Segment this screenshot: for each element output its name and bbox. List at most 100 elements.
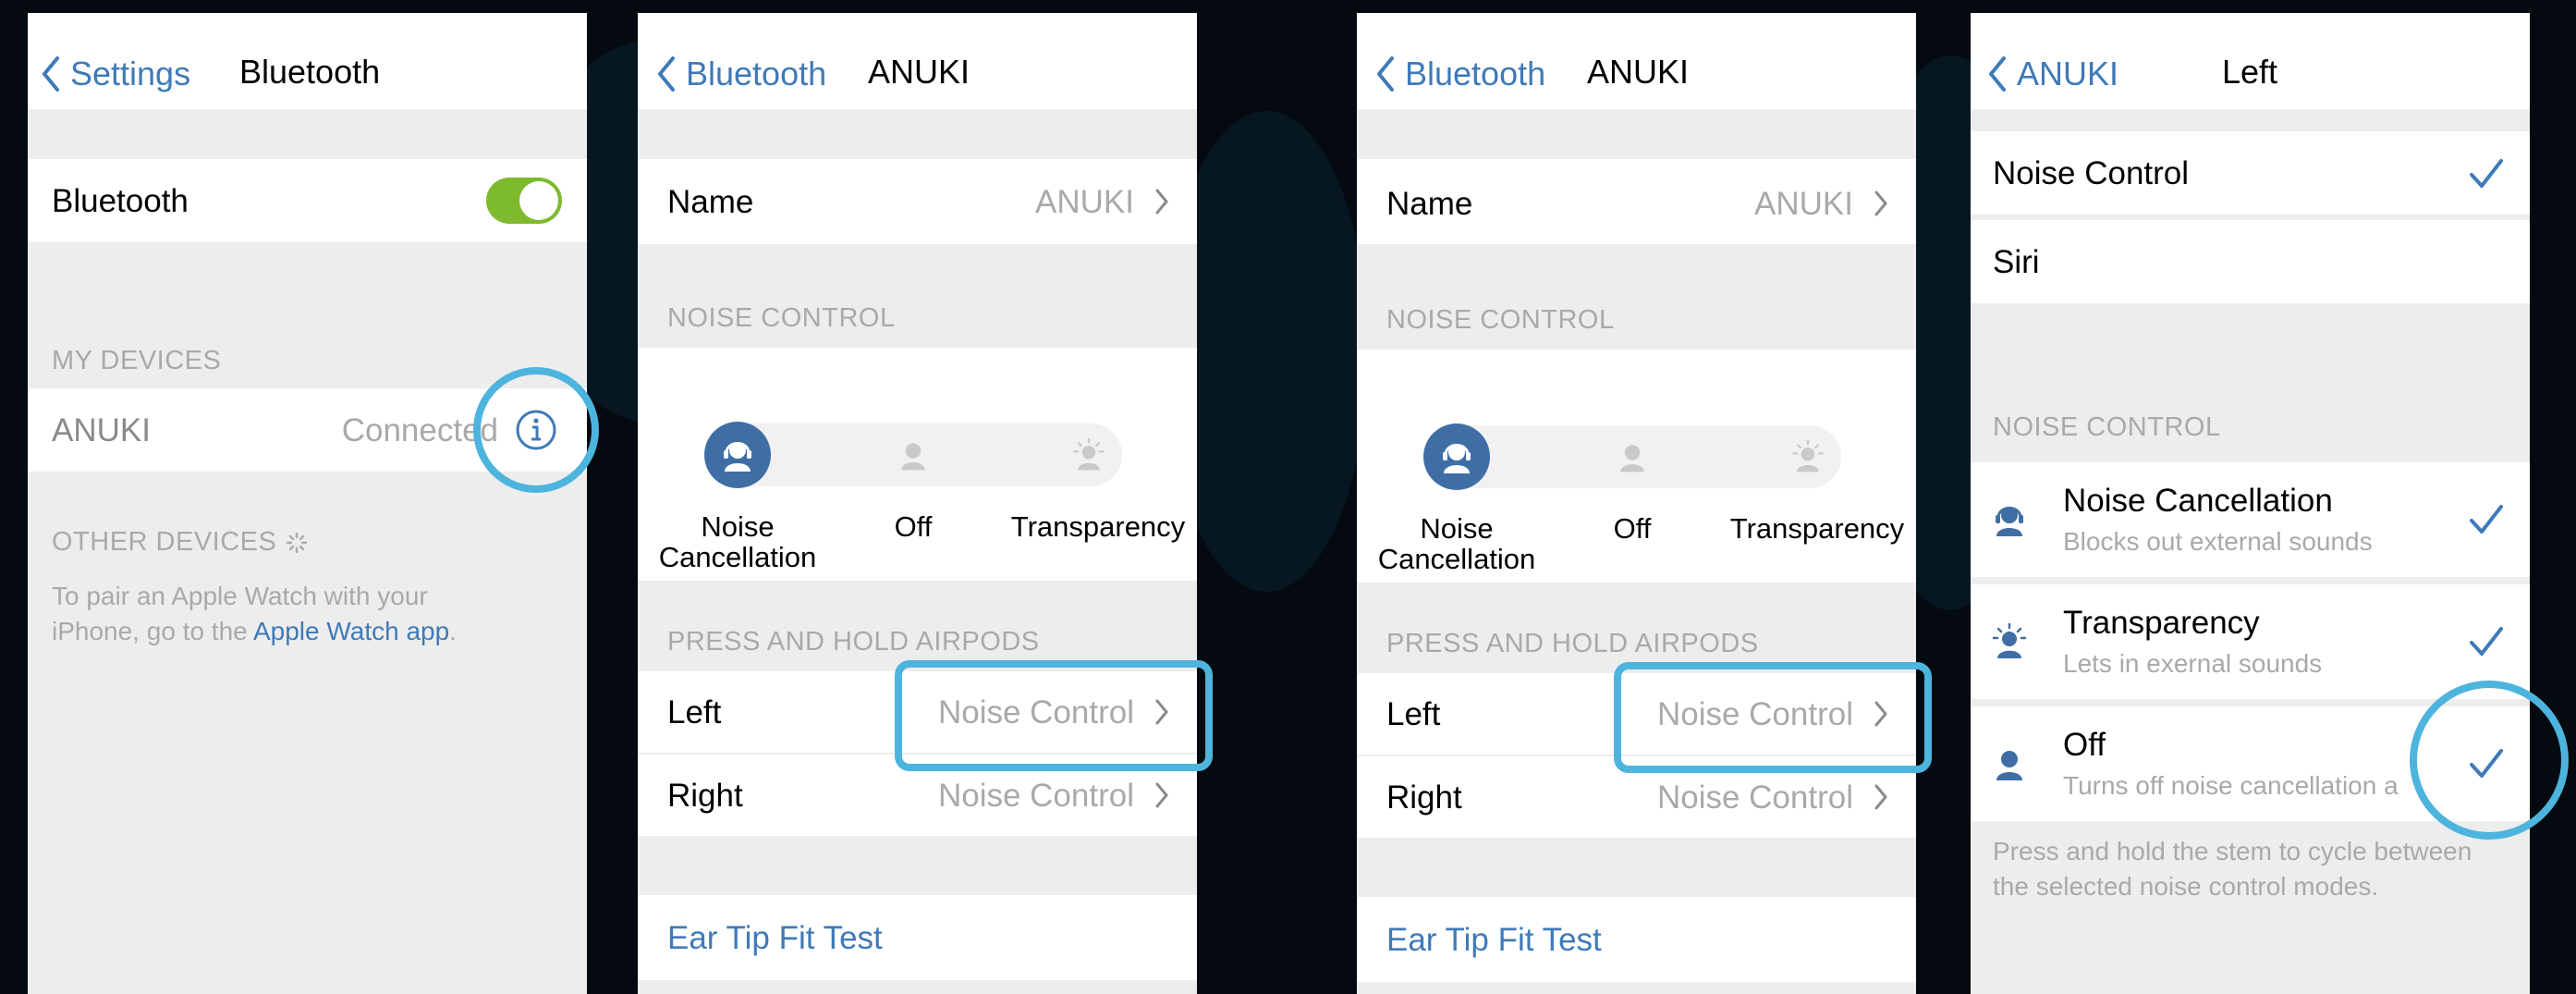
checkmark-icon <box>2470 159 2503 188</box>
page-title: ANUKI <box>1587 53 1690 91</box>
noise-control-header: NOISE CONTROL <box>1386 305 1615 335</box>
chevron-right-icon <box>1874 190 1887 216</box>
name-row[interactable]: Name ANUKI <box>1357 159 1916 244</box>
left-setting-highlight <box>895 660 1213 771</box>
transparency-icon <box>1792 439 1824 472</box>
right-value: Noise Control <box>937 778 1134 814</box>
noise-label-line2: Cancellation <box>1377 542 1536 575</box>
back-button[interactable]: ANUKI <box>1987 55 2118 92</box>
off-label: Off <box>894 510 933 543</box>
right-label: Right <box>1386 779 1462 816</box>
person-icon <box>901 443 925 471</box>
ear-tip-fit-test-link[interactable]: Ear Tip Fit Test <box>1386 924 1602 956</box>
bluetooth-settings-screen: Settings Bluetooth Bluetooth MY DEVICES … <box>28 13 587 994</box>
device-details-screen: Bluetooth ANUKI Name ANUKI NOISE CONTROL… <box>638 13 1197 994</box>
chevron-left-icon <box>658 56 675 92</box>
back-button[interactable]: Bluetooth <box>1375 55 1545 92</box>
back-button-label: Settings <box>70 55 191 92</box>
navigation-bar: Settings Bluetooth <box>28 13 587 109</box>
transparency-icon <box>1992 622 2027 658</box>
bluetooth-toggle-row: Bluetooth <box>28 159 587 242</box>
press-hold-header: PRESS AND HOLD AIRPODS <box>667 627 1040 657</box>
bluetooth-label: Bluetooth <box>52 183 189 219</box>
left-label: Left <box>667 694 722 730</box>
other-devices-header: OTHER DEVICES <box>52 529 308 556</box>
noise-cancellation-icon <box>1996 507 2023 536</box>
name-label: Name <box>1386 186 1473 222</box>
device-name: ANUKI <box>52 412 151 448</box>
noise-cancellation-label: Noise Cancellation <box>1362 512 1551 575</box>
item-title: Off <box>2063 727 2106 763</box>
transparency-option[interactable]: Transparency Lets in exernal sounds <box>1971 584 2530 699</box>
page-title: Left <box>2222 53 2278 91</box>
noise-control-header: NOISE CONTROL <box>667 303 896 333</box>
apple-watch-app-link[interactable]: Apple Watch app <box>253 617 449 645</box>
press-hold-header: PRESS AND HOLD AIRPODS <box>1386 629 1759 658</box>
page-title: ANUKI <box>868 53 971 91</box>
noise-cancellation-button[interactable] <box>704 422 771 488</box>
back-button-label: Bluetooth <box>1405 55 1546 92</box>
off-button[interactable] <box>880 422 946 488</box>
noise-control-selector: Noise Cancellation Off Transparency <box>1357 350 1916 583</box>
navigation-bar: Bluetooth ANUKI <box>1357 13 1916 109</box>
chevron-right-icon <box>1874 784 1887 810</box>
page-title: Bluetooth <box>239 53 381 91</box>
ear-tip-row: Ear Tip Fit Test <box>1357 897 1916 982</box>
navigation-bar: Bluetooth ANUKI <box>638 13 1197 109</box>
info-button-highlight <box>473 367 599 493</box>
item-subtitle: Blocks out external sounds <box>2063 527 2373 556</box>
item-subtitle: Turns off noise cancellation a <box>2063 771 2399 800</box>
cycle-instructions: Press and hold the stem to cycle between… <box>1993 837 2472 901</box>
person-icon <box>1620 445 1644 472</box>
off-label: Off <box>1613 512 1652 545</box>
noise-cancellation-icon <box>1443 444 1471 473</box>
transparency-button[interactable] <box>1775 423 1841 490</box>
name-value: ANUKI <box>1754 186 1853 222</box>
noise-label-line1: Noise <box>701 510 775 543</box>
left-press-settings-screen: ANUKI Left Noise Control Siri NOISE CONT… <box>1971 13 2530 994</box>
back-button-label: ANUKI <box>2017 55 2119 92</box>
device-details-screen: Bluetooth ANUKI Name ANUKI NOISE CONTROL… <box>1357 13 1916 994</box>
noise-cancellation-option[interactable]: Noise Cancellation Blocks out external s… <box>1971 462 2530 577</box>
noise-cancellation-button[interactable] <box>1423 423 1490 490</box>
back-button-label: Bluetooth <box>686 55 827 92</box>
back-button[interactable]: Settings <box>41 55 190 92</box>
toggle-knob <box>519 181 558 220</box>
off-button[interactable] <box>1599 423 1666 490</box>
left-setting-highlight <box>1614 662 1932 773</box>
chevron-right-icon <box>1155 782 1168 808</box>
name-label: Name <box>667 184 754 220</box>
person-icon <box>1996 751 2022 780</box>
noise-control-option[interactable]: Noise Control <box>1971 131 2530 215</box>
noise-cancellation-icon <box>724 442 751 472</box>
chevron-left-icon <box>1377 56 1394 92</box>
noise-control-selector: Noise Cancellation Off Transparency <box>638 348 1197 581</box>
my-devices-header: MY DEVICES <box>52 346 222 375</box>
back-button[interactable]: Bluetooth <box>656 55 826 92</box>
item-title: Noise Cancellation <box>2063 483 2333 519</box>
transparency-label: Transparency <box>1729 512 1905 545</box>
noise-cancellation-label: Noise Cancellation <box>643 510 832 572</box>
other-devices-label: OTHER DEVICES <box>52 527 277 557</box>
ear-tip-row: Ear Tip Fit Test <box>638 895 1197 980</box>
bluetooth-toggle[interactable] <box>486 178 562 224</box>
navigation-bar: ANUKI Left <box>1971 13 2530 109</box>
loading-spinner-icon <box>287 532 308 553</box>
siri-option[interactable]: Siri <box>1971 220 2530 303</box>
transparency-icon <box>1073 437 1105 471</box>
chevron-right-icon <box>1155 189 1168 215</box>
ear-tip-fit-test-link[interactable]: Ear Tip Fit Test <box>667 922 883 954</box>
name-row[interactable]: Name ANUKI <box>638 159 1197 244</box>
noise-label-line1: Noise <box>1420 512 1494 545</box>
item-title: Transparency <box>2063 605 2260 641</box>
noise-control-header: NOISE CONTROL <box>1993 412 2221 442</box>
left-label: Left <box>1386 696 1441 732</box>
pair-instructions-end: . <box>449 616 457 645</box>
checkmark-icon <box>2470 627 2503 656</box>
noise-control-option-label: Noise Control <box>1993 155 2190 191</box>
chevron-left-icon <box>1989 56 2006 92</box>
transparency-label: Transparency <box>1010 510 1186 543</box>
pair-instructions: To pair an Apple Watch with your iPhone,… <box>52 579 486 649</box>
right-label: Right <box>667 778 743 814</box>
transparency-button[interactable] <box>1056 422 1122 488</box>
